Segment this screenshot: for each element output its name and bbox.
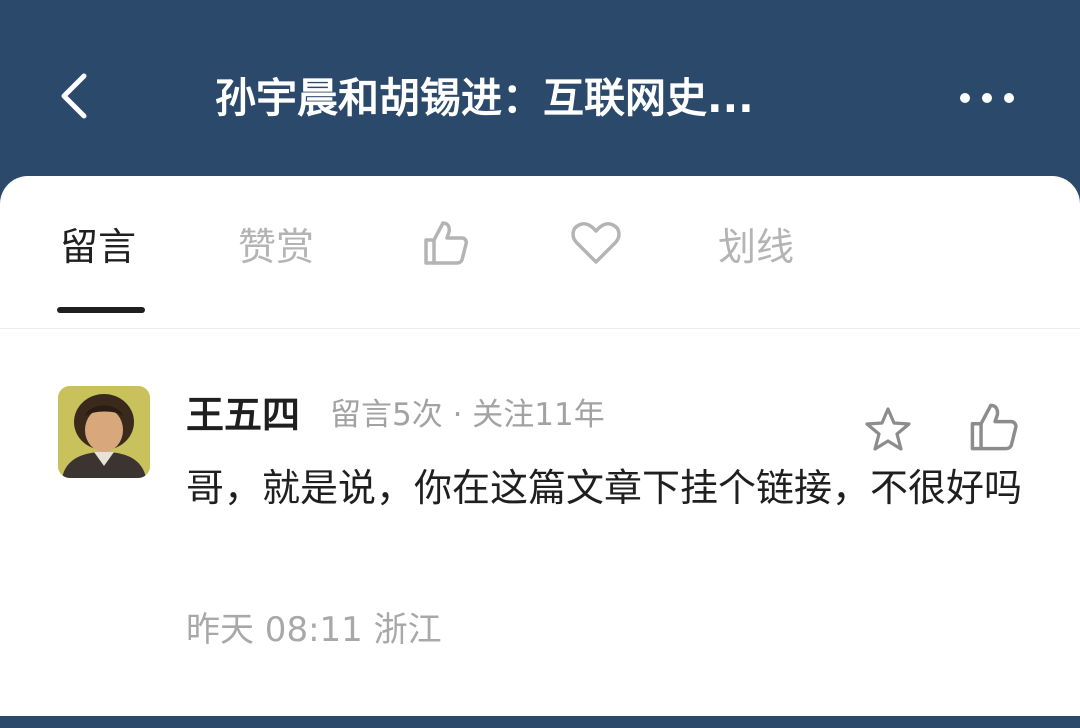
avatar-image [58, 386, 150, 478]
tab-favorites[interactable] [570, 218, 621, 268]
tab-comments[interactable]: 留言 [60, 222, 136, 272]
tab-likes[interactable] [421, 218, 471, 268]
heart-icon [571, 222, 621, 264]
comment-author[interactable]: 王五四 [186, 390, 300, 440]
thumbs-up-icon [424, 221, 468, 265]
comment-item: 王五四 留言5次 · 关注11年 哥，就是说，你在这篇文章下挂个链接，不很好吗 … [0, 328, 1080, 728]
comment-text: 哥，就是说，你在这篇文章下挂个链接，不很好吗 [186, 466, 1023, 510]
more-horizontal-icon [960, 93, 1014, 103]
feature-comment-button[interactable] [862, 404, 914, 456]
tab-bar: 留言 赞赏 划线 [0, 176, 1080, 329]
active-tab-indicator [57, 307, 145, 313]
more-button[interactable] [955, 78, 1019, 118]
thumbs-up-icon [970, 403, 1018, 451]
star-icon [865, 407, 911, 451]
chevron-left-icon [61, 73, 87, 119]
comments-sheet: 留言 赞赏 划线 王五四 留言5次 · 关注11年 哥，就是说，你在这篇文章下挂… [0, 176, 1080, 716]
back-button[interactable] [52, 70, 100, 122]
tab-reward[interactable]: 赞赏 [238, 222, 314, 272]
avatar[interactable] [58, 386, 150, 478]
top-bar: 孙宇晨和胡锡进：互联网史... [0, 0, 1080, 195]
tab-highlights[interactable]: 划线 [718, 222, 794, 272]
like-comment-button[interactable] [967, 400, 1021, 454]
comment-author-meta: 留言5次 · 关注11年 [330, 397, 605, 433]
page-title: 孙宇晨和胡锡进：互联网史... [215, 74, 754, 122]
comment-timestamp: 昨天 08:11 浙江 [186, 610, 442, 650]
